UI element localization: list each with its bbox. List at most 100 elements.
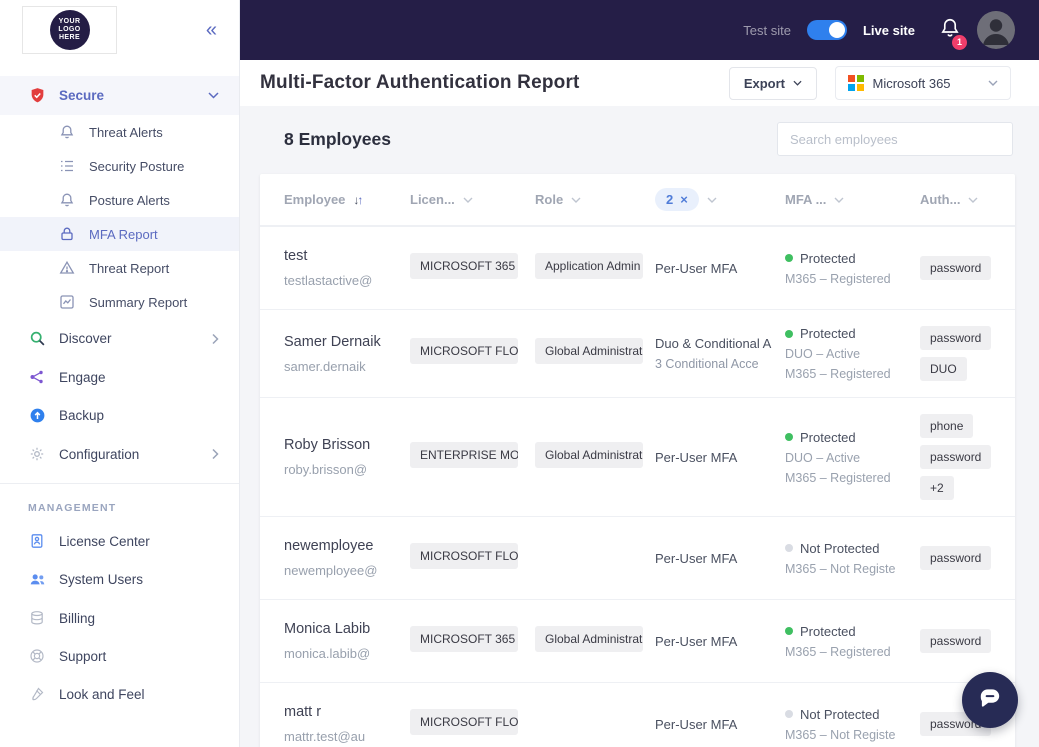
notification-badge: 1: [952, 34, 967, 50]
sidebar-item-label: Configuration: [59, 446, 140, 462]
sidebar-item-label: Discover: [59, 331, 112, 346]
sidebar-item-label: Engage: [59, 369, 106, 385]
chevron-down-icon: [968, 197, 978, 203]
role-chip: Global Administrat: [535, 625, 643, 652]
employee-name: newemployee: [284, 538, 374, 554]
sidebar-collapse-icon[interactable]: «: [206, 20, 217, 40]
table-row[interactable]: Monica Labib monica.labib@ MICROSOFT 365…: [260, 599, 1015, 682]
life-ring-icon: [28, 648, 46, 664]
auth-chip: password: [920, 546, 992, 570]
sidebar-item-system-users[interactable]: System Users: [0, 560, 239, 599]
logo-line: LOGO: [58, 25, 81, 33]
mfa-type: Per-User MFA: [655, 550, 738, 566]
table-row[interactable]: Samer Dernaik samer.dernaik MICROSOFT FL…: [260, 309, 1015, 397]
sidebar-item-label: MFA Report: [89, 226, 158, 242]
sidebar-item-label: Security Posture: [89, 158, 185, 174]
table-header: Employee ↓ ↑ Licen... Role 2 × MFA ... A…: [260, 174, 1015, 226]
sidebar-item-look-and-feel[interactable]: Look and Feel: [0, 675, 239, 713]
auth-chip: password: [920, 256, 992, 280]
status-label: Not Protected: [800, 706, 880, 722]
workspace-label: Microsoft 365: [872, 75, 951, 91]
sidebar-item-label: Summary Report: [89, 294, 188, 310]
bell-icon: [58, 124, 76, 140]
status-dot: [785, 710, 793, 718]
sidebar-item-threat-report[interactable]: Threat Report: [0, 251, 239, 285]
column-label: Licen...: [410, 192, 455, 207]
notifications-button[interactable]: 1: [939, 17, 967, 50]
role-chip: Global Administrat: [535, 441, 643, 468]
employee-name: Samer Dernaik: [284, 333, 381, 350]
page-title: Multi-Factor Authentication Report: [260, 72, 580, 93]
site-toggle[interactable]: [806, 20, 847, 40]
chevron-down-icon: [571, 197, 581, 203]
chevron-down-icon: [793, 80, 802, 86]
sidebar-item-summary-report[interactable]: Summary Report: [0, 285, 239, 319]
content-header: 8 Employees: [240, 106, 1039, 170]
sidebar-item-backup[interactable]: Backup: [0, 396, 239, 435]
sidebar-item-label: Look and Feel: [59, 686, 145, 702]
topbar: Test site Live site 1: [240, 0, 1039, 60]
coins-icon: [28, 610, 46, 626]
mfa-type: Per-User MFA: [655, 260, 738, 276]
role-chip: Application Admin: [535, 252, 643, 279]
sidebar-item-billing[interactable]: Billing: [0, 599, 239, 637]
role-chip: Global Administrat: [535, 338, 643, 364]
sidebar-item-label: Secure: [59, 88, 105, 103]
column-license[interactable]: Licen...: [410, 192, 535, 207]
table-row[interactable]: test testlastactive@ MICROSOFT 365 Appli…: [260, 226, 1015, 309]
chevron-down-icon: [707, 197, 717, 203]
chevron-right-icon: [211, 333, 219, 345]
bell-icon: [58, 192, 76, 208]
search-input[interactable]: [777, 122, 1013, 156]
employee-email: samer.dernaik: [284, 358, 366, 374]
status-detail: M365 – Not Registe: [785, 561, 896, 576]
license-chip: ENTERPRISE MOBI: [410, 441, 518, 468]
logo-line: YOUR: [58, 17, 81, 25]
chart-icon: [58, 294, 76, 310]
status-label: Protected: [800, 429, 856, 445]
shield-check-icon: [28, 87, 46, 104]
employee-count: 8 Employees: [284, 128, 391, 149]
table-row[interactable]: Roby Brisson roby.brisson@ ENTERPRISE MO…: [260, 397, 1015, 516]
status-detail: DUO – Active: [785, 450, 861, 465]
employee-email: newemployee@: [284, 563, 378, 578]
warning-triangle-icon: [58, 260, 76, 276]
sidebar-item-support[interactable]: Support: [0, 637, 239, 675]
column-role[interactable]: Role: [535, 192, 655, 207]
table-row[interactable]: newemployee newemployee@ MICROSOFT FLOW …: [260, 516, 1015, 599]
sidebar-item-license-center[interactable]: License Center: [0, 522, 239, 560]
sidebar-item-security-posture[interactable]: Security Posture: [0, 149, 239, 183]
clear-filter-icon[interactable]: ×: [680, 192, 688, 207]
sidebar-item-discover[interactable]: Discover: [0, 319, 239, 358]
column-employee[interactable]: Employee ↓ ↑: [284, 192, 410, 207]
search-icon: [28, 330, 46, 347]
sidebar-item-label: Backup: [59, 408, 105, 423]
page-header: Multi-Factor Authentication Report Expor…: [240, 60, 1039, 106]
sidebar-item-mfa-report[interactable]: MFA Report: [0, 217, 239, 251]
employee-name: test: [284, 248, 308, 264]
sidebar-item-configuration[interactable]: Configuration: [0, 435, 239, 473]
auth-chip-more[interactable]: +2: [920, 476, 954, 500]
workspace-select[interactable]: Microsoft 365: [835, 66, 1011, 100]
column-label: Employee: [284, 192, 346, 207]
chevron-right-icon: [211, 448, 219, 460]
column-mfa-status[interactable]: MFA ...: [785, 192, 920, 207]
table-row[interactable]: matt r mattr.test@au MICROSOFT FLOW Per-…: [260, 682, 1015, 747]
sidebar-item-engage[interactable]: Engage: [0, 358, 239, 396]
status-label: Protected: [800, 623, 856, 639]
status-dot: [785, 254, 793, 262]
column-auth-methods[interactable]: Auth...: [920, 192, 991, 207]
logo-badge: YOUR LOGO HERE: [49, 10, 90, 50]
sidebar-item-secure[interactable]: Secure: [0, 76, 239, 115]
export-button[interactable]: Export: [728, 66, 817, 100]
avatar[interactable]: [977, 11, 1015, 49]
sidebar-item-label: System Users: [59, 572, 144, 587]
chat-button[interactable]: [962, 672, 1018, 728]
toggle-knob: [828, 22, 845, 38]
sidebar-item-posture-alerts[interactable]: Posture Alerts: [0, 183, 239, 217]
sidebar-item-label: Threat Alerts: [89, 124, 163, 140]
column-mfa-type-filter[interactable]: 2 ×: [655, 188, 785, 211]
logo[interactable]: YOUR LOGO HERE: [22, 6, 117, 54]
status-detail: M365 – Registered: [785, 644, 891, 659]
sidebar-item-threat-alerts[interactable]: Threat Alerts: [0, 115, 239, 149]
